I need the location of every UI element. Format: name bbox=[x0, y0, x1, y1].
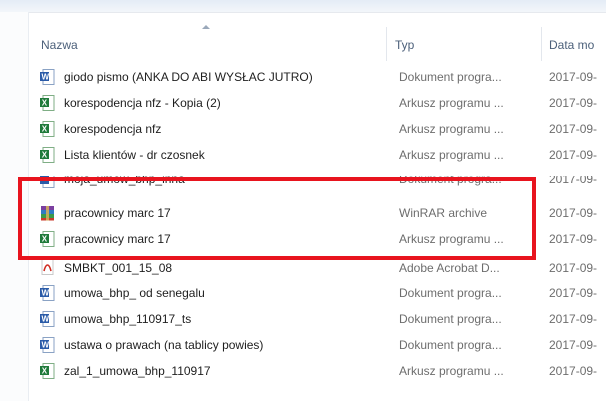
excel-spreadsheet-icon: X bbox=[40, 121, 55, 137]
winrar-archive-icon bbox=[40, 205, 55, 221]
word-document-icon: W bbox=[40, 69, 55, 85]
column-header-type[interactable]: Typ bbox=[395, 35, 414, 55]
column-divider[interactable] bbox=[386, 27, 387, 61]
file-row[interactable]: X korespodencja nfz - Kopia (2) Arkusz p… bbox=[29, 90, 606, 116]
column-divider[interactable] bbox=[541, 27, 542, 61]
file-type: Dokument progra... bbox=[399, 176, 502, 186]
column-header-date[interactable]: Data mo bbox=[549, 35, 594, 55]
file-type: Arkusz programu ... bbox=[399, 96, 504, 110]
file-row[interactable]: W umowa_bhp_110917_ts Dokument progra...… bbox=[29, 306, 606, 332]
svg-text:X: X bbox=[42, 99, 48, 108]
file-date: 2017-09- bbox=[549, 312, 598, 326]
file-name: ustawa o prawach (na tablicy powies) bbox=[64, 338, 264, 352]
file-date: 2017-09- bbox=[549, 96, 598, 110]
file-type: WinRAR archive bbox=[399, 206, 488, 220]
file-date: 2017-09- bbox=[549, 232, 598, 246]
file-date: 2017-09- bbox=[549, 122, 598, 136]
navigation-pane-edge bbox=[0, 12, 29, 401]
window-top-bar bbox=[0, 0, 606, 13]
file-row[interactable]: X Lista klientów - dr czosnek Arkusz pro… bbox=[29, 142, 606, 168]
svg-text:X: X bbox=[42, 235, 48, 244]
file-date: 2017-09- bbox=[549, 364, 598, 378]
excel-spreadsheet-icon: X bbox=[40, 363, 55, 379]
file-name: korespodencja nfz - Kopia (2) bbox=[64, 96, 221, 110]
word-document-icon: W bbox=[40, 337, 55, 353]
file-row[interactable]: SMBKT_001_15_08 Adobe Acrobat D... 2017-… bbox=[29, 260, 606, 276]
file-type: Dokument progra... bbox=[399, 70, 502, 84]
file-name: umowa_bhp_110917_ts bbox=[64, 312, 192, 326]
file-type: Arkusz programu ... bbox=[399, 232, 504, 246]
svg-text:X: X bbox=[42, 151, 48, 160]
pdf-document-icon bbox=[40, 260, 55, 275]
file-row[interactable]: X pracownicy marc 17 Arkusz programu ...… bbox=[29, 226, 606, 252]
word-document-icon: W bbox=[40, 285, 55, 301]
svg-text:W: W bbox=[42, 341, 50, 350]
file-name: korespodencja nfz bbox=[64, 122, 162, 136]
svg-text:W: W bbox=[42, 315, 50, 324]
file-row[interactable]: pracownicy marc 17 WinRAR archive 2017-0… bbox=[29, 200, 606, 226]
column-header-bar: Nazwa Typ Data mo bbox=[29, 13, 606, 65]
file-name: pracownicy marc 17 bbox=[64, 232, 171, 246]
file-date: 2017-09- bbox=[549, 70, 598, 84]
file-type: Adobe Acrobat D... bbox=[399, 261, 500, 275]
file-row[interactable]: W ustawa o prawach (na tablicy powies) D… bbox=[29, 332, 606, 358]
file-name: umowa_bhp_ od senegalu bbox=[64, 286, 205, 300]
file-type: Arkusz programu ... bbox=[399, 364, 504, 378]
file-row[interactable]: W giodo pismo (ANKA DO ABI WYSŁAC JUTRO)… bbox=[29, 64, 606, 90]
file-row[interactable]: X zal_1_umowa_bhp_110917 Arkusz programu… bbox=[29, 358, 606, 384]
file-date: 2017-09- bbox=[549, 176, 598, 186]
file-row[interactable]: W umowa_bhp_ od senegalu Dokument progra… bbox=[29, 280, 606, 306]
word-document-icon: W bbox=[40, 311, 55, 327]
file-row[interactable]: X korespodencja nfz Arkusz programu ... … bbox=[29, 116, 606, 142]
file-row[interactable]: moja_umow_bhp_inna Dokument progra... 20… bbox=[29, 176, 606, 188]
sort-ascending-icon bbox=[202, 25, 210, 29]
file-name: moja_umow_bhp_inna bbox=[64, 176, 185, 186]
svg-text:X: X bbox=[42, 367, 48, 376]
file-date: 2017-09- bbox=[549, 286, 598, 300]
excel-spreadsheet-icon: X bbox=[40, 147, 55, 163]
svg-text:W: W bbox=[42, 289, 50, 298]
excel-spreadsheet-icon: X bbox=[40, 231, 55, 247]
word-document-icon bbox=[40, 176, 55, 188]
svg-text:W: W bbox=[42, 73, 50, 82]
file-date: 2017-09- bbox=[549, 261, 598, 275]
svg-text:X: X bbox=[42, 125, 48, 134]
file-type: Dokument progra... bbox=[399, 312, 502, 326]
file-date: 2017-09- bbox=[549, 148, 598, 162]
excel-spreadsheet-icon: X bbox=[40, 95, 55, 111]
file-date: 2017-09- bbox=[549, 338, 598, 352]
file-name: SMBKT_001_15_08 bbox=[64, 261, 173, 275]
file-name: Lista klientów - dr czosnek bbox=[64, 148, 205, 162]
column-header-name[interactable]: Nazwa bbox=[41, 35, 78, 55]
file-name: zal_1_umowa_bhp_110917 bbox=[64, 364, 211, 378]
file-type: Arkusz programu ... bbox=[399, 148, 504, 162]
file-name: pracownicy marc 17 bbox=[64, 206, 171, 220]
file-name: giodo pismo (ANKA DO ABI WYSŁAC JUTRO) bbox=[64, 70, 313, 84]
file-type: Dokument progra... bbox=[399, 286, 502, 300]
file-date: 2017-09- bbox=[549, 206, 598, 220]
file-type: Dokument progra... bbox=[399, 338, 502, 352]
file-type: Arkusz programu ... bbox=[399, 122, 504, 136]
